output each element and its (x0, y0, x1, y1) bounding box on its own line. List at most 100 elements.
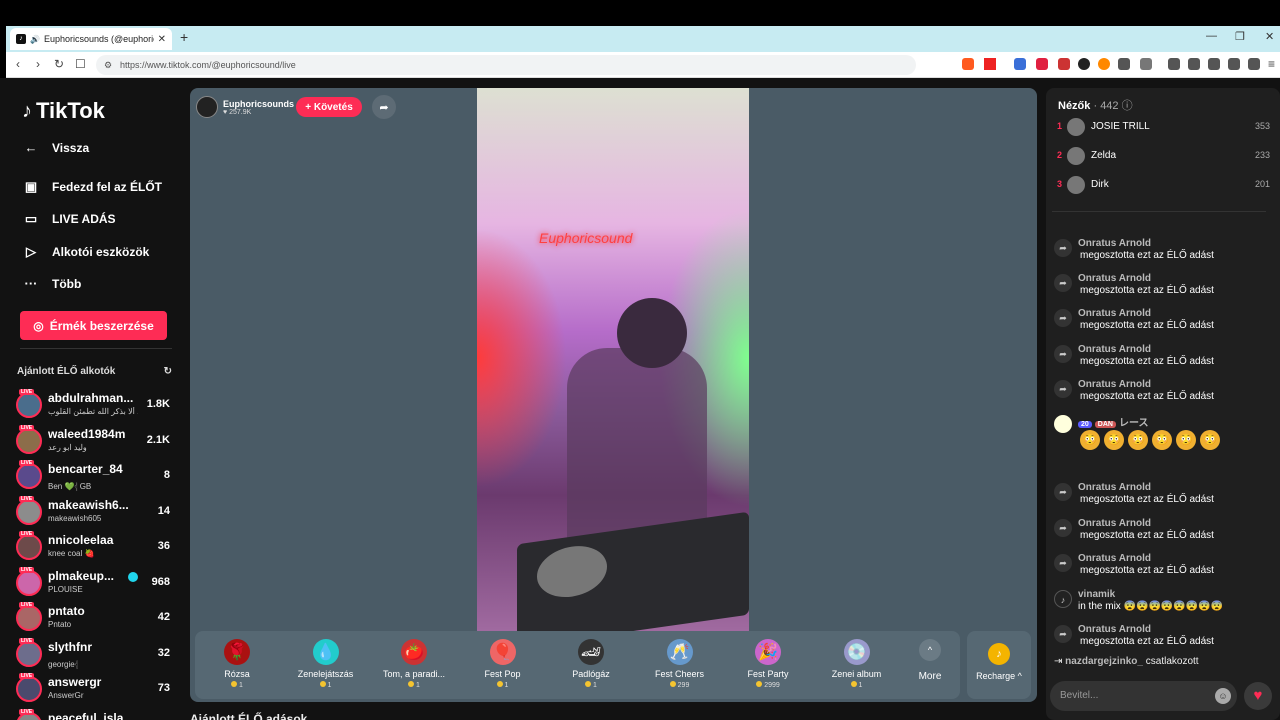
viewers-header[interactable]: Nézők · 442 ⓘ (1058, 97, 1133, 113)
site-info-icon[interactable]: ⚙ (104, 55, 112, 75)
live-badge: LIVE (19, 637, 35, 644)
creator-name: pntato (48, 604, 85, 618)
restore-icon[interactable]: ❐ (1235, 30, 1245, 43)
nav-live-studio-label: LIVE ADÁS (52, 212, 116, 226)
gift-item[interactable]: 🥂 Fest Cheers 299 (640, 639, 720, 689)
follow-button[interactable]: + Követés (296, 97, 362, 117)
message-username[interactable]: Onratus Arnold (1078, 238, 1151, 249)
wallet-icon[interactable] (1208, 58, 1220, 70)
message-username[interactable]: Onratus Arnold (1078, 379, 1151, 390)
message-username[interactable]: レース (1119, 418, 1149, 429)
minimize-icon[interactable]: — (1206, 30, 1217, 42)
like-heart-icon[interactable]: ♥ (1244, 682, 1272, 710)
creator-item[interactable]: LIVE pntato Pntato 42 (16, 602, 172, 634)
nav-creator-tools[interactable]: ▷ Alkotói eszközök (22, 244, 149, 260)
creator-avatar (16, 427, 42, 454)
viewer-score: 353 (1254, 121, 1270, 131)
translate-icon[interactable] (1014, 58, 1026, 70)
tiktok-logo[interactable]: ♪ TikTok (22, 98, 105, 124)
recharge-button[interactable]: ♪ Recharge ^ (967, 631, 1031, 699)
creator-item[interactable]: LIVE slythfnr georgie𓂆 32 (16, 637, 172, 670)
gift-price: 1 (593, 682, 597, 689)
nav-back[interactable]: ← Vissza (22, 140, 90, 155)
browser-tab[interactable]: ♪ 🔊 Euphoricsounds (@euphoricsc ✕ (10, 28, 172, 50)
host-info[interactable]: Euphoricsounds ♥ 257.9K (196, 96, 294, 118)
join-icon: ⇥ (1054, 656, 1063, 667)
coin-icon (850, 681, 857, 687)
menu-icon[interactable]: ≡ (1268, 57, 1275, 71)
rewards-icon[interactable] (984, 58, 996, 70)
extension-x-icon[interactable] (1036, 58, 1048, 70)
message-username[interactable]: Onratus Arnold (1078, 482, 1151, 493)
new-tab-icon[interactable]: + (180, 29, 188, 45)
creator-item[interactable]: LIVE makeawish6... makeawish605 14 (16, 495, 172, 528)
nav-explore-live[interactable]: ▣ Fedezd fel az ÉLŐT (22, 179, 162, 195)
message-username[interactable]: Onratus Arnold (1078, 344, 1151, 355)
ext-colorful-icon[interactable] (1098, 58, 1110, 70)
message-username[interactable]: Onratus Arnold (1078, 553, 1151, 564)
url-field[interactable]: ⚙ https://www.tiktok.com/@euphoricsound/… (96, 55, 916, 75)
gift-item[interactable]: 🏎 Padlógáz 1 (551, 639, 631, 689)
nav-more[interactable]: ··· Több (22, 276, 82, 291)
gift-name: Tom, a paradi... (382, 669, 446, 679)
creator-item[interactable]: LIVE bencarter_84 Ben 💚𓂆 GB 8 (16, 460, 172, 492)
help-icon[interactable]: ⓘ (1122, 100, 1133, 112)
close-window-icon[interactable]: ✕ (1265, 30, 1274, 43)
more-dots-icon: ··· (24, 276, 38, 291)
nav-live-studio[interactable]: ▭ LIVE ADÁS (22, 211, 116, 227)
emoji-icon[interactable]: ☺ (1215, 688, 1231, 704)
join-username[interactable]: nazdargejzinko_ (1065, 656, 1143, 667)
join-text: csatlakozott (1145, 656, 1199, 667)
live-badge: LIVE (19, 602, 35, 608)
top-viewer-row[interactable]: 3 Dirk 201 (1056, 175, 1270, 197)
top-band (0, 0, 1280, 26)
brave-shield-icon[interactable] (962, 58, 974, 70)
creator-item[interactable]: LIVE plmakeup... PLOUISE 968 (16, 566, 172, 599)
back-icon[interactable]: ‹ (16, 57, 20, 71)
close-tab-icon[interactable]: ✕ (158, 34, 166, 45)
media-icon[interactable] (1168, 58, 1180, 70)
forward-icon[interactable]: › (36, 57, 40, 71)
refresh-icon[interactable]: ↻ (164, 366, 172, 377)
viewer-avatar (1067, 118, 1085, 136)
live-video[interactable]: Euphoricsound (477, 88, 749, 648)
reload-icon[interactable]: ↻ (54, 57, 64, 71)
gift-item[interactable]: 🍅 Tom, a paradi... 1 (374, 639, 454, 689)
gift-item[interactable]: 🌹 Rózsa 1 (197, 639, 277, 689)
get-coins-button[interactable]: ◎ Érmék beszerzése (20, 311, 167, 340)
top-viewer-row[interactable]: 1 JOSIE TRILL 353 (1056, 117, 1270, 139)
creator-avatar (16, 640, 42, 667)
gift-name: Rózsa (224, 669, 250, 679)
chat-input[interactable]: Bevitel... ☺ (1050, 681, 1237, 711)
more-gifts-button[interactable]: ^ More (908, 639, 952, 682)
ext-circle-icon[interactable] (1078, 58, 1090, 70)
creator-name: abdulrahman... (48, 391, 134, 405)
puzzle-icon[interactable] (1118, 58, 1130, 70)
creator-item[interactable]: LIVE waleed1984m وليد ابو رعد 2.1K (16, 424, 172, 457)
sidebar-toggle-icon[interactable] (1188, 58, 1200, 70)
screenshot-icon[interactable] (1140, 58, 1152, 70)
creator-item[interactable]: LIVE peaceful_isla (16, 708, 172, 720)
creator-item[interactable]: LIVE answergr AnswerGr 73 (16, 673, 172, 705)
leo-icon[interactable] (1228, 58, 1240, 70)
viewer-avatar (1067, 147, 1085, 165)
message-username[interactable]: Onratus Arnold (1078, 308, 1151, 319)
creator-item[interactable]: LIVE abdulrahman... ألا بذكر الله تطمئن ال… (16, 389, 172, 421)
vpn-icon[interactable] (1248, 58, 1260, 70)
gift-item[interactable]: 🎈 Fest Pop 1 (463, 639, 543, 689)
message-username[interactable]: Onratus Arnold (1078, 273, 1151, 284)
host-avatar[interactable] (196, 96, 218, 118)
gift-item[interactable]: 🎉 Fest Party 2999 (728, 639, 808, 689)
gift-bar: 🌹 Rózsa 1 💧 Zenelejátszás 1 🍅 Tom, a paradi... 1… (195, 631, 960, 699)
bookmark-icon[interactable]: ☐ (75, 57, 86, 71)
message-username[interactable]: vinamik (1078, 589, 1115, 600)
creator-item[interactable]: LIVE nnicoleelaa knee coal 🍓 36 (16, 531, 172, 563)
gift-item[interactable]: 💿 Zenei album 1 (817, 639, 897, 689)
message-username[interactable]: Onratus Arnold (1078, 518, 1151, 529)
gift-item[interactable]: 💧 Zenelejátszás 1 (286, 639, 366, 689)
share-icon[interactable]: ➦ (372, 95, 396, 119)
hls-icon[interactable] (1058, 58, 1070, 70)
creator-avatar (16, 498, 42, 525)
top-viewer-row[interactable]: 2 Zelda 233 (1056, 146, 1270, 168)
message-username[interactable]: Onratus Arnold (1078, 624, 1151, 635)
